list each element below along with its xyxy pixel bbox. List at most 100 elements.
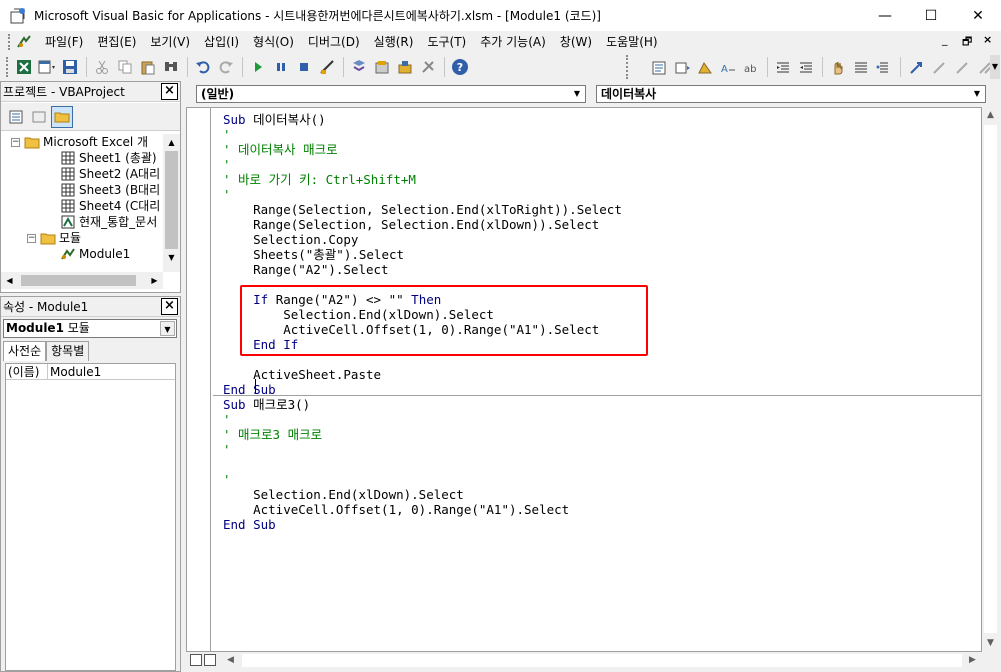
parameter-info-icon[interactable]: A xyxy=(717,57,739,79)
toolbox-icon[interactable] xyxy=(417,56,439,78)
previous-bookmark-icon[interactable] xyxy=(951,57,973,79)
code-line[interactable]: ' xyxy=(223,127,231,142)
paste-icon[interactable] xyxy=(137,56,159,78)
break-icon[interactable] xyxy=(270,56,292,78)
code-line[interactable]: ' 데이터복사 매크로 xyxy=(223,142,338,157)
toggle-folders-icon[interactable] xyxy=(51,105,73,128)
comment-block-icon[interactable] xyxy=(850,57,872,79)
code-line[interactable]: ' xyxy=(223,187,231,202)
code-line[interactable]: ' xyxy=(223,472,231,487)
view-object-icon[interactable] xyxy=(28,106,50,128)
mdi-minimize-button[interactable]: _ xyxy=(942,33,948,46)
scroll-up-arrow-icon[interactable]: ▲ xyxy=(163,134,180,151)
help-icon[interactable]: ? xyxy=(449,56,471,78)
scroll-up-arrow-icon[interactable]: ▲ xyxy=(982,107,999,124)
tree-node-sheet4[interactable]: Sheet4 (C대리 xyxy=(60,198,160,214)
vba-menu-icon[interactable] xyxy=(16,34,32,50)
list-constants-icon[interactable] xyxy=(671,57,693,79)
code-line[interactable]: ' xyxy=(223,442,231,457)
copy-icon[interactable] xyxy=(114,56,136,78)
find-icon[interactable] xyxy=(160,56,182,78)
tree-node-thisworkbook[interactable]: 현재_통합_문서 xyxy=(60,214,157,230)
toggle-bookmark-icon[interactable] xyxy=(905,57,927,79)
full-module-view-icon[interactable] xyxy=(204,654,216,666)
complete-word-icon[interactable]: ab xyxy=(740,57,762,79)
chevron-down-icon[interactable]: ▼ xyxy=(570,87,584,101)
reset-icon[interactable] xyxy=(293,56,315,78)
code-text[interactable]: Sub 데이터복사() ' ' 데이터복사 매크로 ' ' 바로 가기 키: Ctrl+… xyxy=(213,108,981,651)
property-value[interactable]: Module1 xyxy=(48,364,101,379)
insert-module-icon[interactable] xyxy=(36,56,58,78)
scroll-left-arrow-icon[interactable]: ◀ xyxy=(1,272,18,289)
code-line[interactable]: End If xyxy=(223,337,298,352)
chevron-down-icon[interactable]: ▼ xyxy=(160,321,175,336)
menu-insert[interactable]: 삽입(I) xyxy=(197,32,246,52)
menu-help[interactable]: 도움말(H) xyxy=(599,32,665,52)
excel-icon[interactable] xyxy=(13,56,35,78)
property-row[interactable]: (이름) Module1 xyxy=(6,364,175,380)
indent-icon[interactable] xyxy=(772,57,794,79)
project-explorer-icon[interactable] xyxy=(348,56,370,78)
uncomment-block-icon[interactable] xyxy=(873,57,895,79)
tree-node-sheet3[interactable]: Sheet3 (B대리 xyxy=(60,182,160,198)
cut-icon[interactable] xyxy=(91,56,113,78)
scroll-left-arrow-icon[interactable]: ◀ xyxy=(222,652,239,669)
code-line[interactable]: If Range("A2") <> "" Then xyxy=(223,292,441,307)
menu-format[interactable]: 형식(O) xyxy=(246,32,301,52)
chevron-down-icon[interactable]: ▼ xyxy=(970,87,984,101)
menu-view[interactable]: 보기(V) xyxy=(143,32,197,52)
menu-window[interactable]: 창(W) xyxy=(553,32,599,52)
scroll-down-arrow-icon[interactable]: ▼ xyxy=(982,635,999,652)
tree-node-modules[interactable]: − 모듈 xyxy=(27,230,81,246)
code-vscrollbar[interactable]: ▲ ▼ xyxy=(982,107,999,652)
code-margin-indicator-bar[interactable] xyxy=(187,108,211,651)
procedure-combo[interactable]: 데이터복사 ▼ xyxy=(596,85,986,103)
code-line[interactable]: End Sub xyxy=(223,382,276,397)
menu-run[interactable]: 실행(R) xyxy=(367,32,421,52)
quick-info-icon[interactable] xyxy=(694,57,716,79)
code-hscrollbar[interactable]: ◀ ▶ xyxy=(186,652,982,669)
scroll-thumb[interactable] xyxy=(165,151,178,249)
code-line[interactable]: ActiveCell.Offset(1, 0).Range("A1").Sele… xyxy=(223,322,599,337)
tree-node-excel-objects[interactable]: − Microsoft Excel 개 xyxy=(11,134,148,150)
code-line[interactable]: ActiveSheet.Paste xyxy=(223,367,381,382)
code-line[interactable]: Sub 매크로3() xyxy=(223,397,310,412)
tree-node-sheet2[interactable]: Sheet2 (A대리 xyxy=(60,166,160,182)
undo-icon[interactable] xyxy=(192,56,214,78)
procedure-view-icon[interactable] xyxy=(190,654,202,666)
mdi-close-button[interactable]: × xyxy=(983,33,992,46)
tree-expander[interactable]: − xyxy=(27,233,36,243)
toolbar-overflow-icon[interactable]: ▼ xyxy=(990,55,1000,79)
code-line[interactable]: Selection.Copy xyxy=(223,232,358,247)
code-line[interactable]: End Sub xyxy=(223,517,276,532)
project-hscrollbar[interactable]: ◀ ▶ xyxy=(1,272,163,289)
view-code-icon[interactable] xyxy=(5,106,27,128)
scroll-down-arrow-icon[interactable]: ▼ xyxy=(163,249,180,266)
close-button[interactable]: ✕ xyxy=(955,0,1001,31)
menu-file[interactable]: 파일(F) xyxy=(38,32,90,52)
tree-node-sheet1[interactable]: Sheet1 (총괄) xyxy=(60,150,157,166)
tab-alphabetic[interactable]: 사전순 xyxy=(3,341,47,361)
scroll-track[interactable] xyxy=(984,125,997,633)
properties-window-icon[interactable] xyxy=(371,56,393,78)
maximize-button[interactable]: ☐ xyxy=(908,0,954,31)
code-line[interactable]: ' 바로 가기 키: Ctrl+Shift+M xyxy=(223,172,416,187)
menu-addins[interactable]: 추가 기능(A) xyxy=(473,32,553,52)
scroll-track[interactable] xyxy=(242,654,962,667)
code-line[interactable]: Selection.End(xlDown).Select xyxy=(223,307,494,322)
design-mode-icon[interactable] xyxy=(316,56,338,78)
tree-expander[interactable]: − xyxy=(11,137,20,147)
menu-debug[interactable]: 디버그(D) xyxy=(301,32,367,52)
project-pane-close-button[interactable]: × xyxy=(161,83,178,100)
properties-pane-close-button[interactable]: × xyxy=(161,298,178,315)
code-line[interactable]: Sub 데이터복사() xyxy=(223,112,326,127)
code-line[interactable]: Range(Selection, Selection.End(xlDown)).… xyxy=(223,217,599,232)
code-line[interactable]: Sheets("총괄").Select xyxy=(223,247,404,262)
code-line[interactable]: Range("A2").Select xyxy=(223,262,388,277)
scroll-right-arrow-icon[interactable]: ▶ xyxy=(146,272,163,289)
list-properties-icon[interactable] xyxy=(648,57,670,79)
toggle-breakpoint-icon[interactable] xyxy=(827,57,849,79)
run-icon[interactable] xyxy=(247,56,269,78)
tree-node-module1[interactable]: Module1 xyxy=(60,246,130,262)
code-line[interactable]: ' xyxy=(223,412,231,427)
